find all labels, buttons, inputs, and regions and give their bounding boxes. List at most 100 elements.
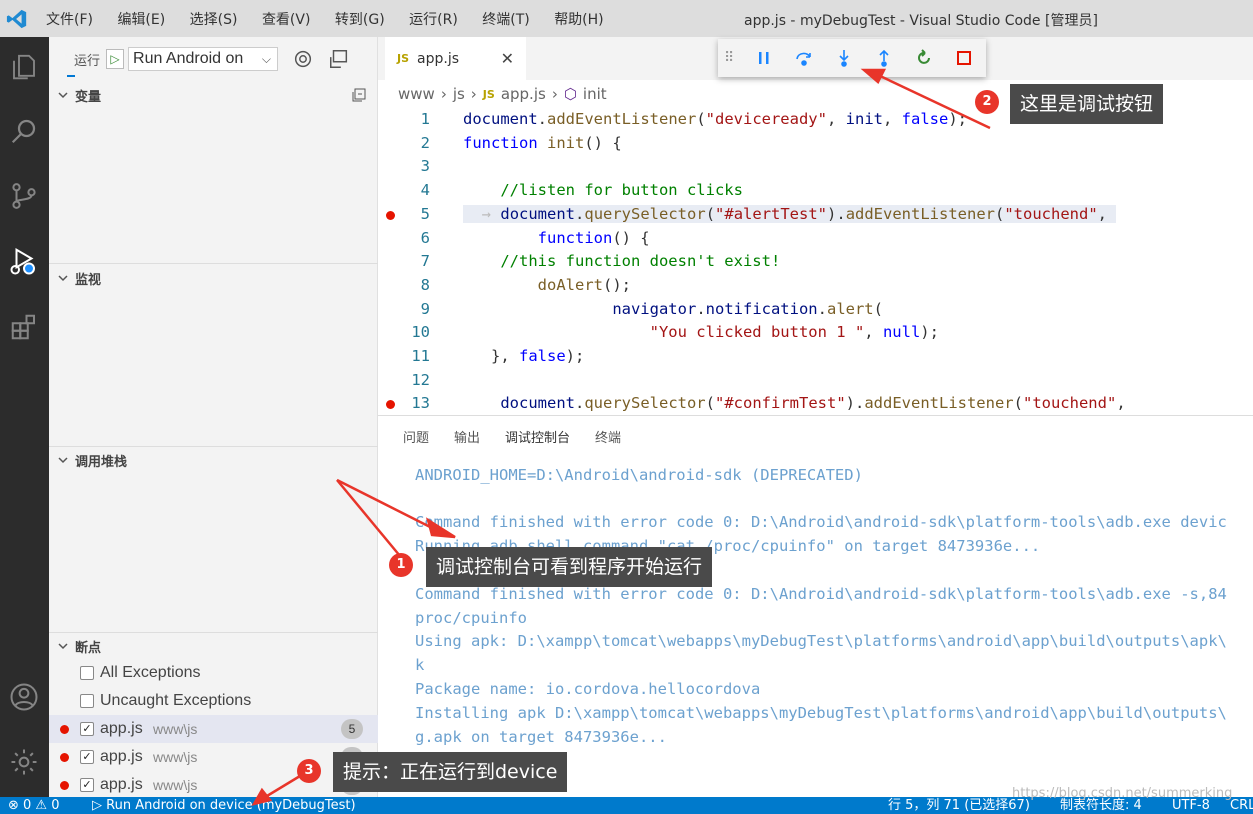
checkbox[interactable] [80,694,94,708]
chevron-down-icon: ⌵ [261,51,272,66]
callstack-title: 调用堆栈 [75,454,128,470]
breakpoint-dot-icon [60,752,69,762]
code-editor[interactable]: 1 document.addEventListener("deviceready"… [378,108,1253,415]
breadcrumb-item[interactable]: js [453,85,465,103]
breakpoint-all-exceptions[interactable]: All Exceptions [49,659,378,687]
watch-section-header[interactable]: 监视 [49,266,378,290]
eol-status[interactable]: CRL [1230,797,1253,814]
line-number: 6 [420,228,430,247]
collapse-all-icon[interactable] [351,87,367,103]
account-icon[interactable] [6,679,42,715]
breakpoint-item[interactable]: ✓ app.js www\js 27 [49,771,378,799]
callout-badge: 1 [389,553,413,577]
checkbox[interactable]: ✓ [80,778,94,792]
breadcrumb-item[interactable]: app.js [501,85,546,103]
run-toolbar: 运行 ▷ Run Android on ⌵ [49,37,378,81]
launch-config-select[interactable]: Run Android on ⌵ [128,47,279,71]
console-line: ANDROID_HOME=D:\Android\android-sdk (DEP… [415,466,863,484]
breadcrumb-item[interactable]: init [583,85,607,103]
tab-debug-console[interactable]: 调试控制台 [505,416,571,462]
stop-button[interactable] [944,43,984,73]
callstack-section-header[interactable]: 调用堆栈 [49,448,378,472]
drag-handle-icon[interactable]: ⠿ [724,50,744,66]
restart-icon [918,49,930,64]
code-line: 10 "You clicked button 1 ", null); [378,321,1253,345]
breadcrumb-item[interactable]: www [398,85,435,103]
pause-button[interactable] [744,43,784,73]
code-line: 2 function init() { [378,132,1253,156]
step-over-button[interactable] [784,43,824,73]
menu-bar: 文件(F) 编辑(E) 选择(S) 查看(V) 转到(G) 运行(R) 终端(T… [36,9,614,29]
console-line: g.apk on target 8473936e... [415,728,667,746]
js-file-icon: JS [482,87,495,101]
debug-toolbar: ⠿ [718,39,986,77]
divider [49,263,378,264]
menu-run[interactable]: 运行(R) [409,9,458,29]
menu-file[interactable]: 文件(F) [46,9,93,29]
menu-help[interactable]: 帮助(H) [554,9,603,29]
line-number: 2 [420,133,430,152]
breakpoint-uncaught-exceptions[interactable]: Uncaught Exceptions [49,687,378,715]
code-line-current: 5 → document.querySelector("#alertTest")… [378,203,1253,227]
step-into-button[interactable] [824,43,864,73]
line-number: 8 [420,275,430,294]
menu-view[interactable]: 查看(V) [262,9,311,29]
problems-status[interactable]: ⊗ 0 ⚠ 0 [8,797,60,814]
debug-console-output[interactable]: ANDROID_HOME=D:\Android\android-sdk (DEP… [378,461,1253,773]
debug-sidebar: 运行 ▷ Run Android on ⌵ 变量 监视 调用堆栈 断点 All E… [49,37,378,797]
chevron-right-icon: › [470,85,477,103]
close-icon[interactable]: ✕ [501,49,514,68]
code-line: 13 document.querySelector("#confirmTest"… [378,392,1253,415]
console-line: Package name: io.cordova.hellocordova [415,680,761,698]
start-debugging-button[interactable]: ▷ [106,49,125,69]
variables-section-header[interactable]: 变量 [49,83,378,107]
breakpoint-file: app.js [100,720,143,737]
checkbox[interactable]: ✓ [80,750,94,764]
tab-problems[interactable]: 问题 [403,416,429,462]
debug-console-icon[interactable] [328,48,350,70]
run-tab-indicator [67,75,75,77]
breakpoints-section-header[interactable]: 断点 [49,634,378,658]
tab-terminal[interactable]: 终端 [595,416,621,462]
menu-terminal[interactable]: 终端(T) [482,9,529,29]
method-icon: ⬡ [563,85,577,103]
files-icon[interactable] [6,49,42,85]
menu-edit[interactable]: 编辑(E) [117,9,165,29]
checkbox[interactable]: ✓ [80,722,94,736]
code-line: 11 }, false); [378,345,1253,369]
pause-icon [759,52,769,64]
search-icon[interactable] [6,113,42,149]
step-into-icon [839,50,849,67]
line-number: 4 [420,181,430,200]
source-control-icon[interactable] [6,178,42,214]
line-number: 11 [411,347,430,365]
restart-button[interactable] [904,43,944,73]
settings-gear-icon[interactable] [6,744,42,780]
tab-app-js[interactable]: JS app.js ✕ [385,37,526,80]
extensions-icon[interactable] [6,309,42,345]
breakpoint-label: Uncaught Exceptions [100,692,252,709]
breakpoints-title: 断点 [75,640,102,656]
run-debug-icon[interactable] [6,243,42,279]
line-number: 12 [411,370,430,389]
tab-output[interactable]: 输出 [454,416,480,462]
cursor-position-status[interactable]: 行 5，列 71 (已选择67) [888,797,1030,814]
breakpoint-item[interactable]: ✓ app.js www\js 5 [49,715,378,743]
launch-config-label: Run Android on [133,50,244,67]
breakpoint-path: www\js [153,721,198,737]
breakpoint-label: All Exceptions [100,664,201,681]
run-status[interactable]: ▷ Run Android on device (myDebugTest) [92,797,356,814]
menu-go[interactable]: 转到(G) [335,9,385,29]
checkbox[interactable] [80,666,94,680]
breakpoint-path: www\js [153,749,198,765]
step-out-button[interactable] [864,43,904,73]
code-line: 4 //listen for button clicks [378,179,1253,203]
gear-icon[interactable] [292,48,314,70]
breakpoint-item[interactable]: ✓ app.js www\js 13 [49,743,378,771]
code-line: 12 [378,369,1253,393]
breakpoint-file: app.js [100,776,143,793]
step-out-icon [879,49,889,67]
menu-selection[interactable]: 选择(S) [190,9,238,29]
divider [49,632,378,633]
code-line: 9 navigator.notification.alert( [378,298,1253,322]
